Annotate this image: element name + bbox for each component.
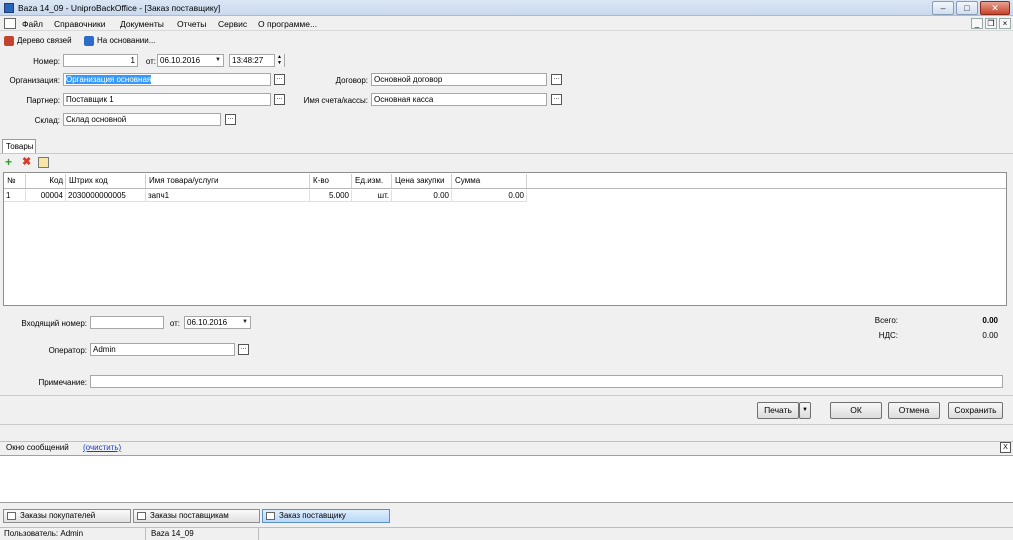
from-label: от: — [145, 57, 156, 66]
org-field[interactable]: Организация основная — [63, 73, 271, 86]
menu-references[interactable]: Справочники — [54, 19, 106, 29]
partner-label: Партнер: — [26, 96, 60, 105]
vat-value: 0.00 — [982, 331, 998, 340]
total-label: Всего: — [874, 316, 898, 325]
warehouse-field[interactable]: Склад основной — [63, 113, 221, 126]
column-header[interactable]: Штрих код — [66, 174, 146, 188]
mdi-close-button[interactable]: × — [999, 18, 1011, 29]
cancel-button[interactable]: Отмена — [888, 402, 940, 419]
contract-label: Договор: — [335, 76, 368, 85]
mdi-restore-button[interactable]: ❐ — [985, 18, 997, 29]
number-label: Номер: — [33, 57, 60, 66]
account-label: Имя счета/кассы: — [303, 96, 368, 105]
close-button[interactable]: ✕ — [980, 1, 1010, 15]
column-header[interactable]: Сумма — [452, 174, 527, 188]
time-spinner[interactable]: ▲ ▼ — [274, 54, 284, 67]
menu-documents[interactable]: Документы — [120, 19, 164, 29]
chevron-down-icon[interactable]: ▼ — [213, 55, 223, 66]
column-header[interactable]: Код — [26, 174, 66, 188]
document-icon — [137, 512, 146, 520]
operator-field[interactable]: Admin — [90, 343, 235, 356]
warehouse-select-button[interactable]: ... — [225, 114, 236, 125]
menu-about[interactable]: О программе... — [258, 19, 317, 29]
print-menu-button[interactable]: ▼ — [799, 402, 811, 419]
window-tab-customer-orders[interactable]: Заказы покупателей — [3, 509, 131, 523]
tree-button[interactable]: Дерево связей — [17, 36, 72, 45]
window-title: Baza 14_09 - UniproBackOffice - [Заказ п… — [18, 3, 221, 13]
partner-select-button[interactable]: ... — [274, 94, 285, 105]
based-on-icon — [84, 36, 94, 46]
incoming-number-label: Входящий номер: — [21, 319, 87, 328]
messages-area — [0, 455, 1013, 503]
buttons-divider — [0, 395, 1013, 396]
clear-messages-link[interactable]: (очистить) — [83, 443, 121, 452]
note-label: Примечание: — [38, 378, 87, 387]
table-cell[interactable]: 1 — [4, 190, 26, 202]
contract-select-button[interactable]: ... — [551, 74, 562, 85]
tab-goods[interactable]: Товары — [2, 139, 36, 153]
print-button[interactable]: Печать — [757, 402, 799, 419]
table-cell[interactable]: 0.00 — [452, 190, 527, 202]
status-divider — [258, 527, 259, 540]
column-header[interactable]: К-во — [310, 174, 352, 188]
column-header[interactable]: Ед.изм. — [352, 174, 392, 188]
table-cell[interactable]: 2030000000005 — [66, 190, 146, 202]
copy-icon[interactable] — [38, 157, 49, 168]
add-icon[interactable]: + — [5, 156, 16, 168]
document-icon — [7, 512, 16, 520]
ok-button[interactable]: ОК — [830, 402, 882, 419]
messages-title: Окно сообщений — [6, 443, 69, 452]
account-select-button[interactable]: ... — [551, 94, 562, 105]
messages-close-button[interactable]: X — [1000, 442, 1011, 453]
incoming-from-label: от: — [169, 319, 180, 328]
table-cell[interactable]: запч1 — [146, 190, 310, 202]
total-value: 0.00 — [982, 316, 998, 325]
minimize-button[interactable]: – — [932, 1, 954, 15]
maximize-button[interactable]: □ — [956, 1, 978, 15]
column-header[interactable]: № — [4, 174, 26, 188]
table-cell[interactable]: 0.00 — [392, 190, 452, 202]
account-field[interactable]: Основная касса — [371, 93, 547, 106]
table-cell[interactable]: шт. — [352, 190, 392, 202]
tree-icon — [4, 36, 14, 46]
menu-file[interactable]: Файл — [22, 19, 43, 29]
vat-label: НДС: — [878, 331, 898, 340]
table-cell[interactable]: 00004 — [26, 190, 66, 202]
org-select-button[interactable]: ... — [274, 74, 285, 85]
document-icon — [266, 512, 275, 520]
app-icon — [4, 3, 14, 13]
menu-reports[interactable]: Отчеты — [177, 19, 206, 29]
status-divider — [145, 527, 146, 540]
delete-icon[interactable]: ✖ — [22, 157, 33, 168]
status-user: Пользователь: Admin — [4, 529, 84, 538]
org-label: Организация: — [9, 76, 60, 85]
incoming-number-field[interactable] — [90, 316, 164, 329]
contract-field[interactable]: Основной договор — [371, 73, 547, 86]
save-button[interactable]: Сохранить — [948, 402, 1003, 419]
based-on-button[interactable]: На основании... — [97, 36, 155, 45]
note-field[interactable] — [90, 375, 1003, 388]
messages-header — [0, 441, 1013, 455]
number-field[interactable]: 1 — [63, 54, 138, 67]
menu-service[interactable]: Сервис — [218, 19, 247, 29]
window-tab-supplier-orders[interactable]: Заказы поставщикам — [133, 509, 260, 523]
window-tab-supplier-order[interactable]: Заказ поставщику — [262, 509, 390, 523]
column-header[interactable]: Имя товара/услуги — [146, 174, 310, 188]
mdi-minimize-button[interactable]: _ — [971, 18, 983, 29]
form-bottom-divider — [0, 424, 1013, 425]
operator-select-button[interactable]: ... — [238, 344, 249, 355]
tab-divider — [0, 153, 1013, 154]
document-menu-icon[interactable] — [4, 18, 16, 29]
operator-label: Оператор: — [48, 346, 87, 355]
column-header[interactable]: Цена закупки — [392, 174, 452, 188]
header-divider — [4, 188, 1006, 189]
status-db: Baza 14_09 — [151, 529, 194, 538]
warehouse-label: Склад: — [34, 116, 60, 125]
partner-field[interactable]: Поставщик 1 — [63, 93, 271, 106]
chevron-down-icon[interactable]: ▼ — [240, 317, 250, 328]
table-cell[interactable]: 5.000 — [310, 190, 352, 202]
